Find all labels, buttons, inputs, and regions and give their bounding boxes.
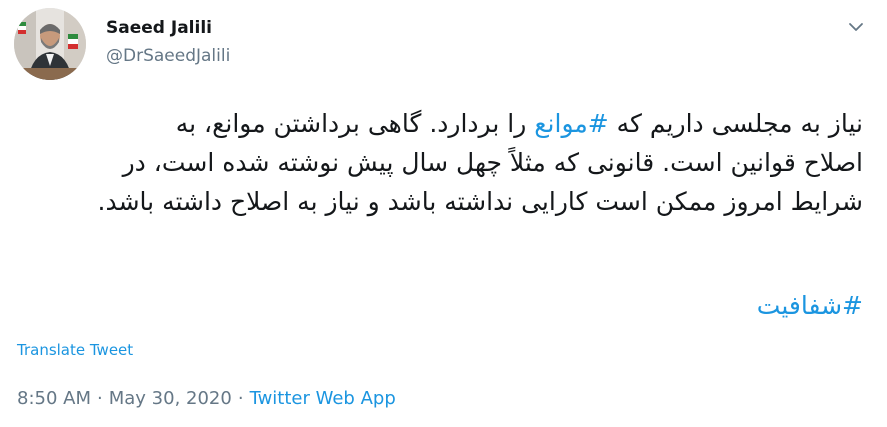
trailing-hashtag-line: #شفافیت [20,286,863,325]
tweet-line-1: نیاز به مجلسی داریم که #موانع را بردارد.… [20,104,863,143]
author-handle[interactable]: @DrSaeedJalili [106,46,230,66]
translate-tweet-link[interactable]: Translate Tweet [17,341,133,359]
chevron-down-icon [849,23,863,31]
meta-separator: · [237,388,244,409]
tweet-line-1-start: نیاز به مجلسی داریم که [608,109,863,138]
hashtag-link[interactable]: #موانع [534,109,608,138]
tweet-source-link[interactable]: Twitter Web App [250,388,396,409]
tweet-card: Saeed Jalili @DrSaeedJalili نیاز به مجلس… [0,0,887,427]
tweet-metadata: 8:50 AM · May 30, 2020 · Twitter Web App [17,388,396,409]
hashtag-link[interactable]: #شفافیت [757,291,863,320]
tweet-line-1-end: را بردارد. گاهی برداشتن موانع، به [175,109,535,138]
meta-separator: · [97,388,103,409]
tweet-time[interactable]: 8:50 AM [17,388,91,409]
tweet-menu-button[interactable] [845,16,867,38]
author-display-name[interactable]: Saeed Jalili [106,18,212,38]
tweet-date[interactable]: May 30, 2020 [109,388,232,409]
profile-photo-icon [14,8,86,80]
avatar[interactable] [14,8,86,80]
tweet-line-2: اصلاح قوانین است. قانونی که مثلاً چهل سا… [122,148,863,177]
tweet-text: نیاز به مجلسی داریم که #موانع را بردارد.… [20,104,863,221]
tweet-line-3: شرایط امروز ممکن است کارایی نداشته باشد … [97,187,863,216]
